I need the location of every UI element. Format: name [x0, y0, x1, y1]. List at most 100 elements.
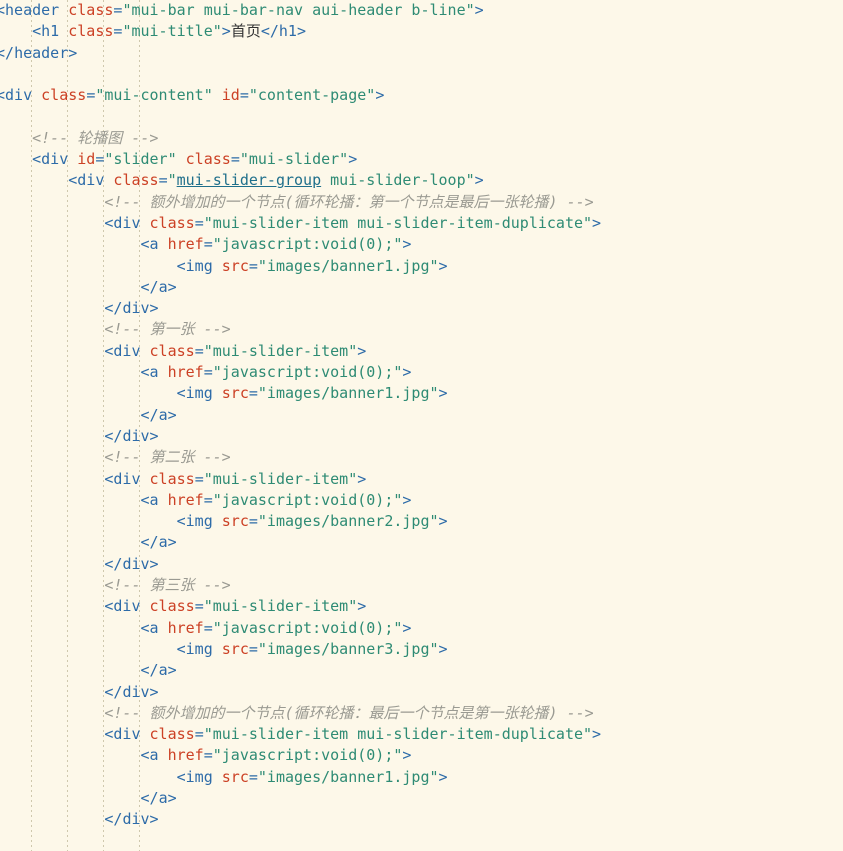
code-line[interactable]: <div class="mui-slider-item"> [0, 341, 601, 362]
code-line[interactable]: </div> [0, 426, 601, 447]
token-tag: div [122, 554, 150, 573]
token-punct: > [149, 554, 159, 573]
code-line[interactable]: <!-- 额外增加的一个节点(循环轮播：最后一个节点是第一张轮播) --> [0, 703, 601, 724]
code-line[interactable]: <img src="images/banner1.jpg"> [0, 256, 601, 277]
code-line[interactable]: </div> [0, 298, 601, 319]
token-punct: = [203, 746, 213, 765]
token-val: "images/banner1.jpg" [257, 384, 439, 403]
code-line[interactable]: <img src="images/banner1.jpg"> [0, 383, 601, 404]
token-punct: > [357, 341, 367, 360]
code-line[interactable]: </a> [0, 788, 601, 809]
code-line[interactable] [0, 64, 601, 85]
code-line[interactable]: <header class="mui-bar mui-bar-nav aui-h… [0, 0, 601, 21]
token-attr: src [221, 512, 249, 531]
code-line[interactable]: <!-- 轮播图 --> [0, 128, 601, 149]
code-line[interactable]: </a> [0, 277, 601, 298]
code-line[interactable]: <a href="javascript:void(0);"> [0, 490, 601, 511]
token-attr: class [185, 150, 231, 169]
token-punct: < [176, 639, 186, 658]
token-punct: = [194, 213, 204, 232]
code-line[interactable]: </a> [0, 532, 601, 553]
token-tag: img [185, 767, 222, 786]
code-line[interactable]: </div> [0, 682, 601, 703]
code-line[interactable]: </a> [0, 660, 601, 681]
token-val: " [167, 171, 177, 190]
token-val: "mui-slider-item mui-slider-item-duplica… [203, 213, 593, 232]
code-line[interactable]: <div class="mui-slider-item"> [0, 469, 601, 490]
token-val: "javascript:void(0);" [212, 490, 403, 509]
token-attr: src [221, 639, 249, 658]
code-line[interactable]: <!-- 额外增加的一个节点(循环轮播：第一个节点是最后一张轮播) --> [0, 192, 601, 213]
code-line[interactable]: <a href="javascript:void(0);"> [0, 618, 601, 639]
token-tag: div [113, 213, 150, 232]
token-attr: class [149, 469, 195, 488]
token-punct: </ [140, 533, 159, 552]
code-line[interactable]: <!-- 第一张 --> [0, 319, 601, 340]
token-tag: a [149, 235, 168, 254]
code-line[interactable]: <div class="mui-slider-item mui-slider-i… [0, 724, 601, 745]
code-line[interactable]: </div> [0, 809, 601, 830]
token-punct: = [86, 86, 96, 105]
code-line[interactable]: <div id="slider" class="mui-slider"> [0, 149, 601, 170]
code-line[interactable]: <!-- 第三张 --> [0, 575, 601, 596]
code-line[interactable]: <div class="mui-content" id="content-pag… [0, 85, 601, 106]
token-val: "javascript:void(0);" [212, 618, 403, 637]
code-line[interactable]: <a href="javascript:void(0);"> [0, 362, 601, 383]
code-line[interactable]: <a href="javascript:void(0);"> [0, 234, 601, 255]
token-punct: > [375, 86, 385, 105]
token-val: "javascript:void(0);" [212, 363, 403, 382]
token-punct: < [176, 767, 186, 786]
code-line[interactable]: <a href="javascript:void(0);"> [0, 745, 601, 766]
token-tag: a [149, 618, 168, 637]
code-line[interactable]: <div class="mui-slider-item mui-slider-i… [0, 213, 601, 234]
token-punct: < [176, 384, 186, 403]
token-punct: = [194, 341, 204, 360]
token-punct: = [194, 725, 204, 744]
code-line[interactable] [0, 106, 601, 127]
token-punct: > [167, 405, 177, 424]
code-text-layer[interactable]: <header class="mui-bar mui-bar-nav aui-h… [0, 0, 601, 831]
token-punct: = [248, 512, 258, 531]
token-punct: = [203, 235, 213, 254]
token-comment: <!-- 第二张 --> [104, 448, 231, 467]
token-punct: = [203, 490, 213, 509]
code-line[interactable]: </a> [0, 405, 601, 426]
code-line[interactable]: <div class="mui-slider-item"> [0, 596, 601, 617]
token-punct: > [438, 639, 448, 658]
code-line[interactable]: <img src="images/banner2.jpg"> [0, 511, 601, 532]
token-attr: id [77, 150, 96, 169]
code-line[interactable]: </div> [0, 554, 601, 575]
token-punct: </ [0, 43, 15, 62]
code-line[interactable]: </header> [0, 43, 601, 64]
token-val: "mui-slider" [239, 150, 349, 169]
code-line[interactable]: <h1 class="mui-title">首页</h1> [0, 21, 601, 42]
token-punct: > [402, 618, 412, 637]
token-tag: a [158, 277, 168, 296]
token-attr: src [221, 767, 249, 786]
code-editor[interactable]: <header class="mui-bar mui-bar-nav aui-h… [0, 0, 843, 851]
token-punct: > [438, 384, 448, 403]
code-line[interactable]: <img src="images/banner1.jpg"> [0, 767, 601, 788]
token-punct: </ [104, 426, 123, 445]
token-punct: = [248, 767, 258, 786]
code-line[interactable]: <img src="images/banner3.jpg"> [0, 639, 601, 660]
code-line[interactable]: <div class="mui-slider-group mui-slider-… [0, 170, 601, 191]
code-line[interactable]: <!-- 第二张 --> [0, 447, 601, 468]
token-tag: div [113, 725, 150, 744]
token-tag: a [149, 363, 168, 382]
token-punct: > [149, 299, 159, 318]
token-val: "content-page" [248, 86, 376, 105]
token-punct: </ [104, 810, 123, 829]
token-comment: <!-- 第三张 --> [104, 576, 231, 595]
token-tag: header [14, 43, 69, 62]
